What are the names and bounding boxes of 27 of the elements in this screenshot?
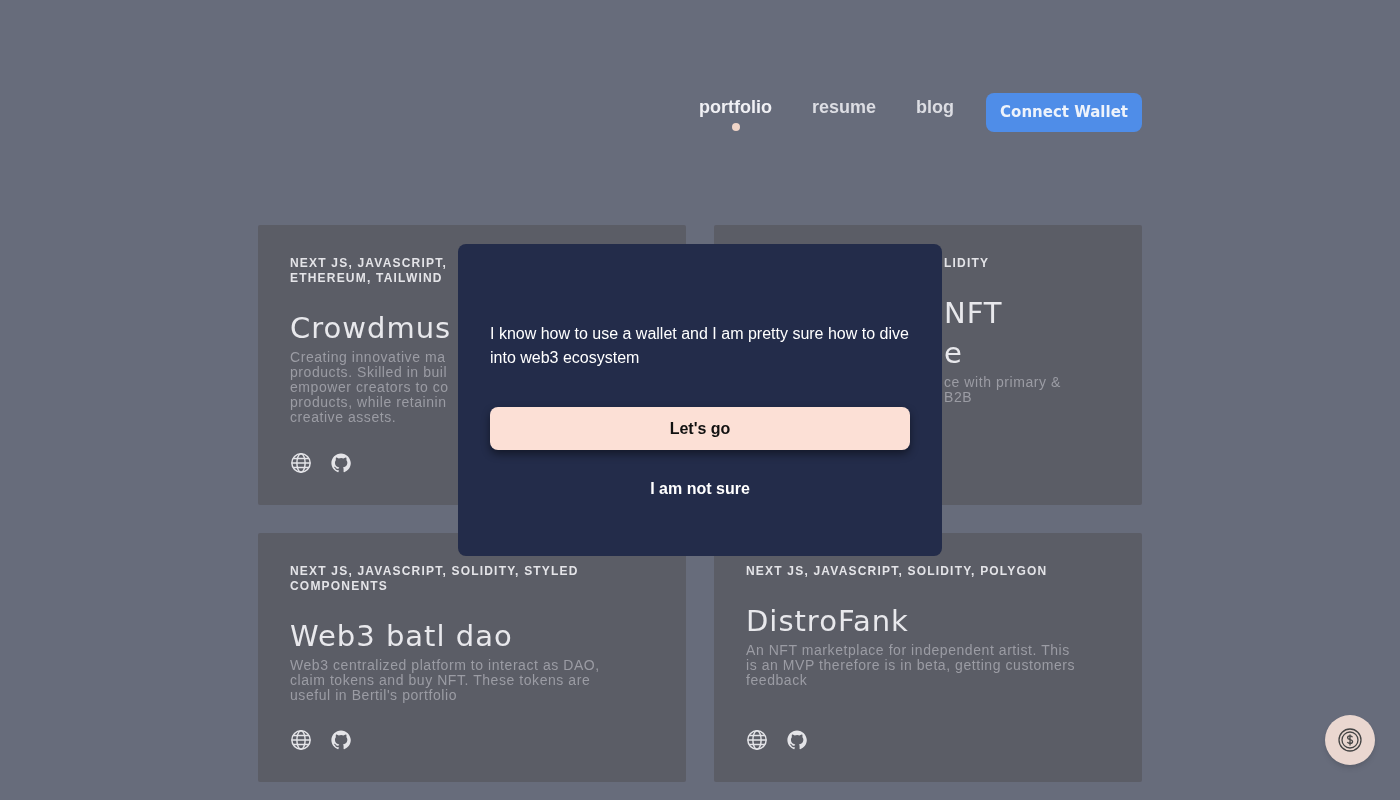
tech-tags: NEXT JS, JAVASCRIPT, SOLIDITY, STYLED COMPONENTS (290, 564, 579, 594)
project-description: Creating innovative ma products. Skilled in buil empower creators to co products, while retainin creative assets. (290, 350, 449, 425)
lets-go-button[interactable]: Let's go (490, 407, 910, 450)
project-description: Web3 centralized platform to interact as DAO, claim tokens and buy NFT. These tokens are useful in Bertil's portfolio (290, 658, 600, 703)
project-description: An NFT marketplace for independent artist. This is an MVP therefore is in beta, getting customers feedback (746, 643, 1076, 688)
modal-message: I know how to use a wallet and I am pretty sure how to dive into web3 ecosystem (490, 324, 910, 368)
dollar-coin-icon (1338, 728, 1362, 752)
tech-tags: NEXT JS, JAVASCRIPT, SOLIDITY, POLYGON (746, 564, 1048, 579)
github-icon[interactable] (330, 452, 352, 474)
globe-icon[interactable] (746, 729, 768, 751)
globe-icon[interactable] (290, 452, 312, 474)
github-icon[interactable] (786, 729, 808, 751)
project-title: DistroFank (746, 603, 909, 640)
not-sure-button[interactable]: I am not sure (650, 477, 750, 501)
globe-icon[interactable] (290, 729, 312, 751)
wallet-float-button[interactable] (1325, 715, 1375, 765)
connect-wallet-button[interactable]: Connect Wallet (986, 93, 1142, 132)
project-description: ce with primary & B2B (944, 375, 1061, 405)
project-title: NFT e (944, 295, 1003, 372)
project-title: Crowdmus (290, 310, 452, 347)
tech-tags: LIDITY (944, 256, 990, 271)
tech-tags: NEXT JS, JAVASCRIPT, ETHEREUM, TAILWIND (290, 256, 447, 286)
nav-link[interactable]: resume (812, 93, 877, 121)
nav-link[interactable]: portfolio (699, 93, 773, 121)
github-icon[interactable] (330, 729, 352, 751)
project-title: Web3 batl dao (290, 618, 513, 655)
nav-link[interactable]: blog (916, 93, 955, 121)
